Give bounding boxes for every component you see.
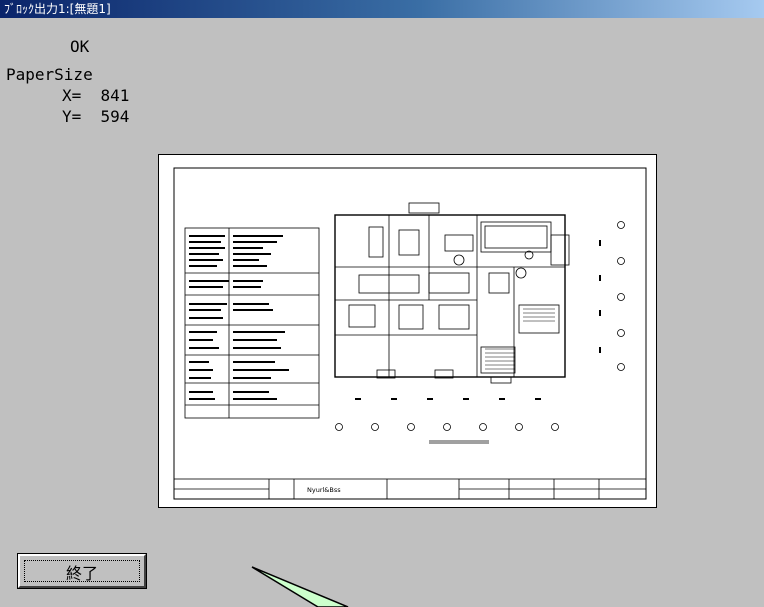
paper-size-label: PaperSize xyxy=(6,65,93,84)
legend-table xyxy=(184,227,320,419)
floor-plan xyxy=(334,202,570,384)
legend-text-lines xyxy=(189,235,289,400)
drawing-preview: Nyurl&Bss xyxy=(158,154,657,508)
title-block xyxy=(173,478,647,500)
end-button[interactable]: 終了 xyxy=(17,553,147,589)
paper-size-y: Y= 594 xyxy=(62,107,130,126)
floor-plan-hatching xyxy=(485,308,555,370)
window-title-bar: ﾌﾞﾛｯｸ出力1:[無題1] xyxy=(0,0,764,18)
window-title: ﾌﾞﾛｯｸ出力1:[無題1] xyxy=(4,2,111,16)
grid-markers xyxy=(335,221,625,431)
status-text: OK xyxy=(70,37,90,56)
paper-size-x: X= 841 xyxy=(62,86,130,105)
drawing-title xyxy=(429,440,489,444)
drawing-sheet: Nyurl&Bss xyxy=(173,167,647,500)
title-block-text: Nyurl&Bss xyxy=(307,486,341,494)
sheet-border xyxy=(173,167,647,500)
end-button-label: 終了 xyxy=(65,564,98,583)
dimension-ticks xyxy=(355,240,601,400)
